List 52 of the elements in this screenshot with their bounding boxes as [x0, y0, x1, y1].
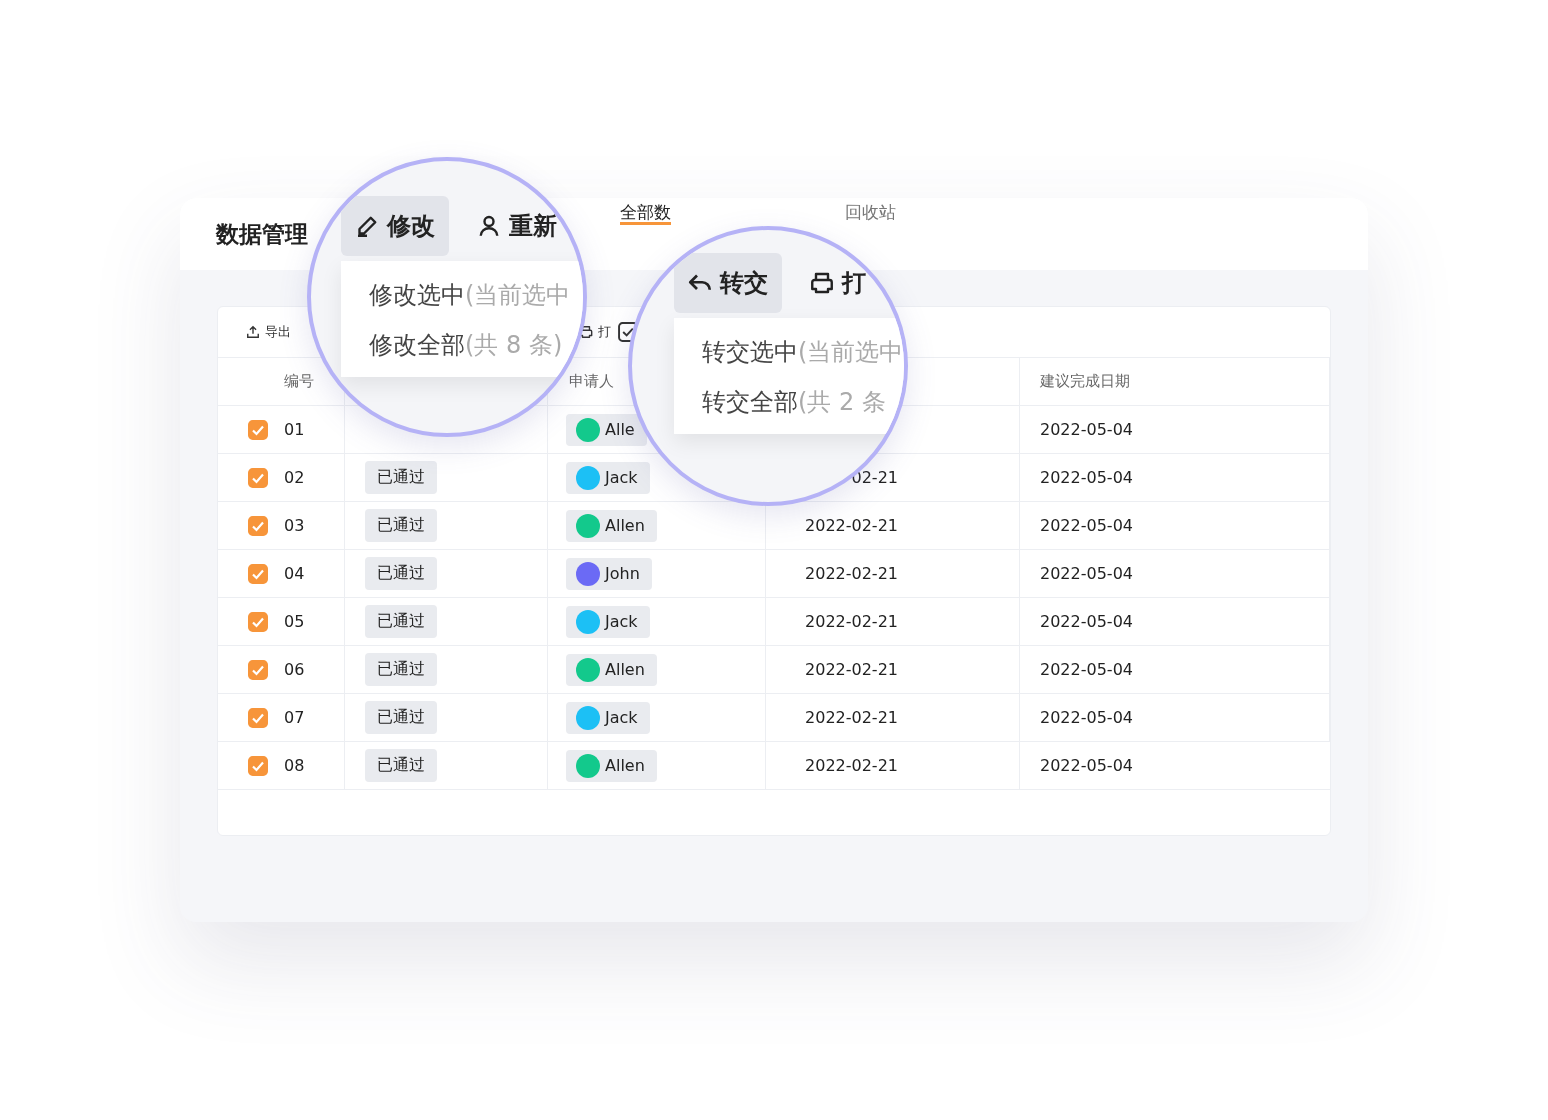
toolbar-button[interactable]: 修改	[341, 196, 449, 256]
table-cell: 2022-05-04	[1040, 468, 1133, 487]
applicant-name: Allen	[605, 756, 645, 775]
table-cell: 03	[284, 516, 305, 535]
tab[interactable]: 回收站	[845, 202, 896, 225]
table-cell-text: 2022-02-21	[804, 564, 898, 583]
table-cell: 2022-05-04	[1040, 564, 1133, 583]
toolbar-button[interactable]: 转交	[674, 253, 782, 313]
table-cell: 06	[284, 660, 305, 679]
table-cell: 05	[284, 612, 305, 631]
applicant-name: Allen	[605, 660, 645, 679]
table-cell: 2022-05-04	[1040, 708, 1133, 727]
column-header: 申请人	[569, 372, 614, 391]
page-title: 数据管理	[216, 219, 308, 249]
menu-item[interactable]: 修改全部(共 8 条)	[369, 329, 583, 361]
status-tag: 已通过	[365, 605, 437, 638]
table-cell: 2022-05-04	[1040, 660, 1133, 679]
toolbar-button[interactable]: 打	[796, 253, 880, 313]
table-cell-text: 2022-02-21	[804, 516, 898, 535]
applicant-name: Alle	[605, 420, 635, 439]
column-header: 建议完成日期	[1040, 372, 1130, 391]
table-cell: 2022-05-04	[1040, 612, 1133, 631]
menu-item[interactable]: 转交选中(当前选中	[702, 336, 904, 368]
table-cell-text: 2022-02-21	[804, 756, 898, 775]
status-tag: 已通过	[365, 557, 437, 590]
menu-item[interactable]: 修改选中(当前选中	[369, 279, 583, 311]
status-tag: 已通过	[365, 461, 437, 494]
table-cell-text: 2022-02-21	[804, 708, 898, 727]
table-cell: 2022-05-04	[1040, 516, 1133, 535]
toolbar-button[interactable]: 导出	[246, 323, 291, 341]
table-cell: 01	[284, 420, 305, 439]
applicant-name: Jack	[605, 708, 638, 727]
table-cell: 04	[284, 564, 305, 583]
tab[interactable]: 全部数	[620, 202, 671, 225]
table-cell: 02	[284, 468, 305, 487]
table-cell-text: 2022-02-21	[804, 660, 898, 679]
applicant-name: Allen	[605, 516, 645, 535]
applicant-name: Jack	[605, 612, 638, 631]
status-tag: 已通过	[365, 653, 437, 686]
table-cell: 07	[284, 708, 305, 727]
status-tag: 已通过	[365, 509, 437, 542]
table-cell: 2022-05-04	[1040, 756, 1133, 775]
column-header: 编号	[284, 372, 314, 391]
table-cell-text: 2022-02-21	[804, 612, 898, 631]
applicant-name: Jack	[605, 468, 638, 487]
status-tag: 已通过	[365, 749, 437, 782]
table-cell: 2022-05-04	[1040, 420, 1133, 439]
applicant-name: John	[605, 564, 640, 583]
table-cell: 08	[284, 756, 305, 775]
toolbar-button[interactable]: 重新	[463, 196, 571, 256]
menu-item[interactable]: 转交全部(共 2 条	[702, 386, 904, 418]
status-tag: 已通过	[365, 701, 437, 734]
